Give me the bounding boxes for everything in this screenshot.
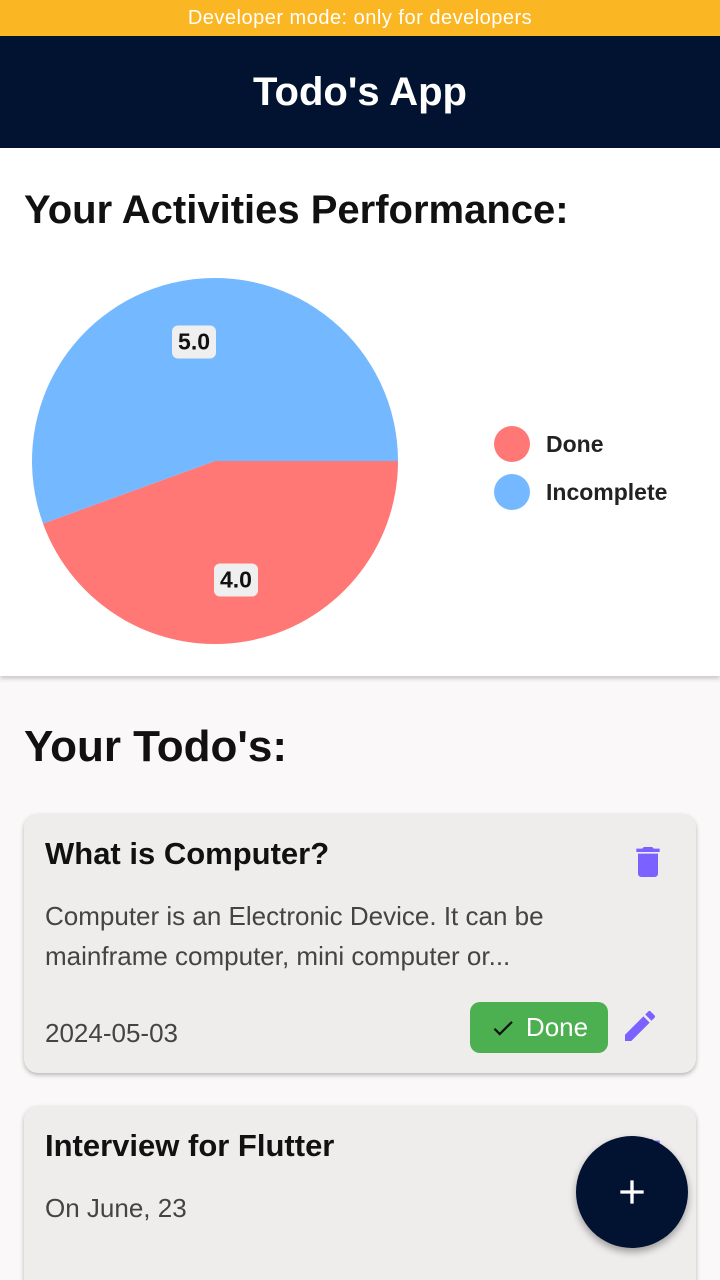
legend-item-done: Done [494,420,667,468]
todos-title: Your Todo's: [24,722,288,771]
pie-value-label-incomplete: 5.0 [172,325,217,359]
trash-icon[interactable] [628,842,668,882]
pencil-icon[interactable] [620,1006,660,1046]
done-status-button[interactable]: Done [470,1002,608,1053]
todo-title: Interview for Flutter [45,1128,335,1163]
app-bar: Todo's App [0,36,720,148]
pie-chart [32,278,398,644]
todo-description: On June, 23 [45,1193,187,1223]
todo-date: 2024-05-03 [45,1018,178,1048]
legend-label-incomplete: Incomplete [546,478,668,505]
add-todo-button[interactable] [576,1136,688,1248]
developer-mode-text: Developer mode: only for developers [187,6,533,29]
developer-mode-banner: Developer mode: only for developers [0,0,720,36]
legend-swatch-incomplete [494,474,530,510]
todo-card[interactable]: What is Computer? Computer is an Electro… [24,814,696,1073]
app-title: Todo's App [253,69,467,114]
todo-description: Computer is an Electronic Device. It can… [45,901,544,971]
plus-icon [620,1180,644,1204]
legend-item-incomplete: Incomplete [494,468,667,516]
legend-label-done: Done [546,430,604,457]
check-icon [493,1020,513,1036]
todo-title: What is Computer? [45,836,330,871]
legend-swatch-done [494,426,530,462]
pie-value-label-done: 4.0 [213,563,258,597]
chart-legend: Done Incomplete [494,420,667,516]
done-status-label: Done [525,1012,589,1042]
performance-section: Your Activities Performance: 4.0 5.0 Done… [0,148,720,676]
